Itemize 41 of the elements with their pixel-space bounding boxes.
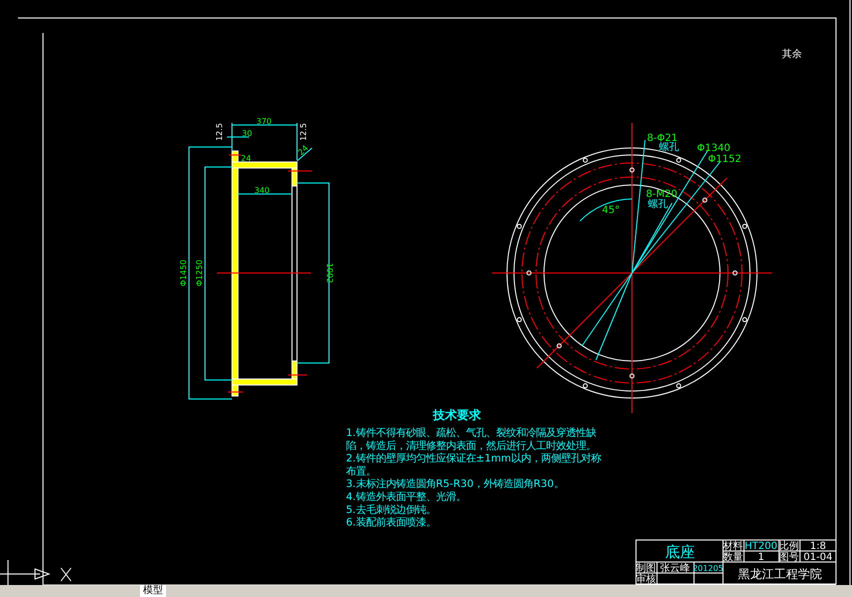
requirement-line: 4.铸造外表面平整、光滑。 bbox=[346, 491, 466, 503]
dimension-label: 12.5 bbox=[299, 123, 308, 141]
drawing-number: 01-04 bbox=[803, 552, 833, 563]
dimension-label: 24 bbox=[240, 154, 252, 163]
scale-label: 比例 bbox=[779, 541, 799, 552]
material-label: 材料 bbox=[723, 541, 743, 552]
requirement-line: 6.装配前表面喷漆。 bbox=[346, 516, 436, 529]
dimension-label: Φ1450 bbox=[179, 260, 188, 286]
requirement-line: 布置。 bbox=[346, 465, 376, 478]
dimension-label: 30 bbox=[242, 129, 252, 138]
school-name: 黑龙江工程学院 bbox=[738, 567, 822, 581]
part-name: 底座 bbox=[665, 543, 695, 561]
dimension-label: Φ1250 bbox=[195, 260, 204, 286]
dimension-label: 24 bbox=[296, 143, 310, 158]
cursor-cross-icon bbox=[60, 568, 72, 582]
plan-view-label: 螺孔 bbox=[659, 142, 679, 153]
requirement-line: 2.铸件的壁厚均匀性应保证在±1mm以内，两侧壁孔对称 bbox=[346, 452, 602, 465]
checked-by-label: 审核 bbox=[636, 574, 656, 585]
plan-view-label: Φ1340 bbox=[697, 143, 730, 154]
drawing-number-label: 图号 bbox=[779, 552, 799, 563]
requirement-line: 1.铸件不得有砂眼、疏松、气孔、裂纹和冷隔及穿透性缺 bbox=[346, 427, 596, 439]
requirement-line: 3.未标注内铸造圆角R5-R30，外铸造圆角R30。 bbox=[346, 478, 564, 490]
scale-value: 1:8 bbox=[810, 541, 826, 552]
requirements-title: 技术要求 bbox=[433, 408, 481, 422]
drawn-by-label: 制图 bbox=[636, 563, 656, 574]
dimension-label: 340 bbox=[254, 186, 270, 195]
dimension-label: 1002 bbox=[325, 262, 334, 284]
quantity-value: 1 bbox=[758, 552, 764, 563]
dimension-label: 12.5 bbox=[215, 123, 224, 141]
plan-view-label: 螺孔 bbox=[648, 199, 668, 210]
plan-view-label: Φ1152 bbox=[708, 154, 742, 165]
requirement-line: 陷，铸造后，清理修整内表面，然后进行人工时效处理。 bbox=[346, 440, 596, 452]
roughness-note: 其余 bbox=[782, 49, 802, 60]
material-value: HT200 bbox=[744, 541, 778, 552]
quantity-label: 数量 bbox=[723, 552, 743, 563]
drafter-name: 张云峰 bbox=[660, 563, 690, 574]
ucs-icon bbox=[0, 560, 50, 585]
layout-tab[interactable]: 模型 bbox=[140, 585, 166, 597]
plan-view-label: 45° bbox=[602, 205, 620, 216]
dimension-label: 370 bbox=[256, 117, 272, 126]
requirement-line: 5.去毛刺锐边倒钝。 bbox=[346, 504, 436, 516]
